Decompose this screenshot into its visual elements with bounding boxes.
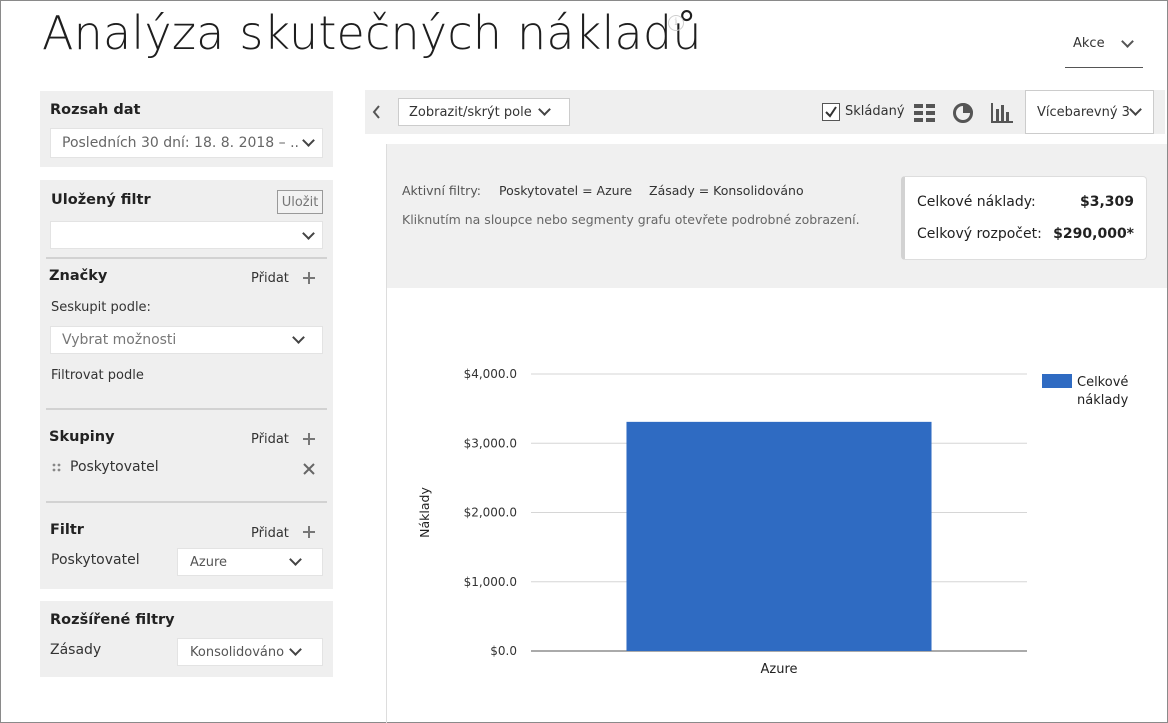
summary-card: Celkové náklady: $3,309 Celkový rozpočet… — [901, 176, 1147, 260]
chart-toolbar: Zobrazit/skrýt pole Skládaný Vícebarevný… — [365, 90, 1165, 134]
page-title: Analýza skutečných nákladů — [42, 6, 702, 60]
filter-value-select[interactable]: Azure — [177, 548, 323, 576]
filter-field-label: Poskytovatel — [51, 552, 140, 568]
show-hide-fields-label: Zobrazit/skrýt pole — [409, 105, 532, 120]
cost-bar-chart: $0.0 $1,000.0 $2,000.0 $3,000.0 $4,000.0 Nákl… — [417, 367, 1129, 677]
section-divider — [46, 408, 327, 410]
policy-label: Zásady — [50, 642, 102, 658]
chevron-down-icon — [289, 643, 302, 656]
legend-label: Celkové — [1077, 375, 1128, 390]
chevron-down-icon — [302, 134, 315, 147]
date-range-heading: Rozsah dat — [50, 102, 141, 118]
x-tick-label: Azure — [760, 662, 797, 677]
total-cost-value: $3,309 — [1079, 194, 1134, 210]
chevron-down-icon — [1129, 103, 1142, 116]
date-range-value: Posledních 30 dní: 18. 8. 2018 – ... — [62, 135, 300, 151]
close-icon[interactable] — [302, 462, 316, 476]
plus-icon[interactable] — [303, 433, 315, 445]
y-tick-label: $2,000.0 — [464, 506, 517, 520]
filter-heading: Filtr — [50, 522, 84, 538]
filters-panel: Uložený filtr Uložit Značky Přidat Sesku… — [40, 180, 333, 589]
chevron-down-icon — [302, 227, 315, 240]
legend-label: náklady — [1077, 393, 1129, 408]
chevron-down-icon — [538, 103, 551, 116]
active-filter-chip: Poskytovatel = Azure — [499, 183, 633, 198]
total-budget-label: Celkový rozpočet: — [917, 226, 1042, 242]
chevron-left-icon[interactable] — [371, 104, 383, 120]
policy-value: Konsolidováno — [190, 645, 285, 660]
policy-select[interactable]: Konsolidováno — [177, 638, 323, 666]
date-range-select[interactable]: Posledních 30 dní: 18. 8. 2018 – ... — [50, 128, 323, 158]
drilldown-hint: Kliknutím na sloupce nebo segmenty grafu… — [402, 212, 860, 227]
section-divider — [46, 257, 327, 259]
actions-label: Akce — [1073, 36, 1105, 51]
active-filter-chip: Zásady = Konsolidováno — [649, 183, 804, 198]
chevron-down-icon — [1121, 35, 1134, 48]
saved-filter-select[interactable] — [50, 221, 323, 249]
tags-heading: Značky — [49, 268, 108, 284]
plus-icon[interactable] — [303, 526, 315, 538]
actions-dropdown[interactable]: Akce — [1065, 28, 1143, 68]
stacked-label: Skládaný — [845, 104, 905, 119]
y-tick-label: $3,000.0 — [464, 436, 517, 450]
add-tag-label[interactable]: Přidat — [251, 271, 289, 286]
group-item[interactable]: Poskytovatel — [50, 458, 325, 480]
group-by-select[interactable]: Vybrat možnosti — [50, 326, 323, 354]
filter-by-label: Filtrovat podle — [51, 368, 144, 383]
groups-heading: Skupiny — [49, 429, 115, 445]
advanced-filters-heading: Rozšířené filtry — [50, 612, 175, 628]
chart-area: Aktivní filtry: Poskytovatel = Azure Zás… — [386, 144, 1167, 723]
legend-swatch — [1042, 374, 1072, 388]
total-cost-label: Celkové náklady: — [917, 194, 1036, 210]
pie-chart-icon[interactable] — [952, 102, 974, 124]
add-group-label[interactable]: Přidat — [251, 432, 289, 447]
filter-value: Azure — [190, 555, 228, 570]
color-palette-dropdown[interactable]: Vícebarevný 3 — [1025, 90, 1154, 134]
color-palette-label: Vícebarevný 3 — [1037, 105, 1130, 120]
checkmark-icon — [825, 106, 837, 118]
active-filters-label: Aktivní filtry: — [402, 183, 482, 198]
group-item-label: Poskytovatel — [70, 459, 159, 475]
stacked-checkbox[interactable] — [822, 103, 840, 121]
chevron-down-icon — [289, 553, 302, 566]
advanced-filters-panel: Rozšířené filtry Zásady Konsolidováno — [40, 601, 333, 677]
y-tick-label: $0.0 — [490, 644, 517, 658]
column-chart-icon[interactable] — [991, 103, 1013, 123]
plus-icon[interactable] — [303, 272, 315, 284]
y-tick-label: $1,000.0 — [464, 575, 517, 589]
total-budget-value: $290,000* — [1053, 226, 1134, 242]
group-by-placeholder: Vybrat možnosti — [62, 332, 177, 348]
grid-view-icon[interactable] — [914, 103, 936, 123]
show-hide-fields-dropdown[interactable]: Zobrazit/skrýt pole — [398, 98, 570, 126]
date-range-panel: Rozsah dat Posledních 30 dní: 18. 8. 201… — [40, 91, 333, 167]
group-by-label: Seskupit podle: — [51, 300, 151, 315]
y-axis-label: Náklady — [417, 487, 432, 538]
active-filters-band: Aktivní filtry: Poskytovatel = Azure Zás… — [387, 144, 1167, 288]
bar[interactable] — [626, 421, 932, 651]
chevron-down-icon — [292, 331, 305, 344]
info-icon[interactable]: i — [668, 15, 684, 31]
add-filter-label[interactable]: Přidat — [251, 526, 289, 541]
save-filter-button[interactable]: Uložit — [277, 190, 323, 214]
saved-filter-heading: Uložený filtr — [51, 192, 151, 208]
y-tick-label: $4,000.0 — [464, 367, 517, 381]
drag-handle-icon[interactable] — [52, 463, 62, 473]
section-divider — [46, 501, 327, 503]
